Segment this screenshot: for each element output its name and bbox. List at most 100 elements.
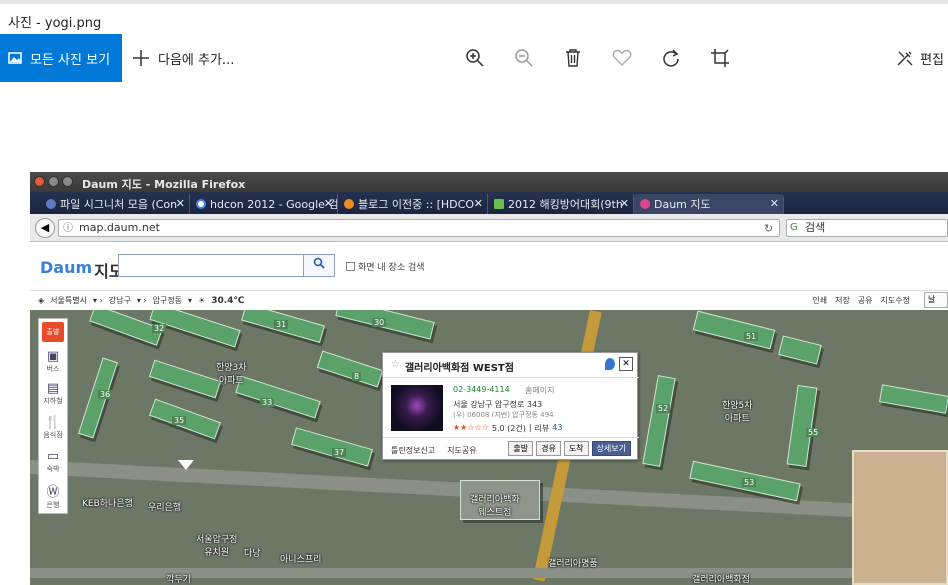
browser-search-bar[interactable]: G 검색 [786,219,948,237]
apartment-building [786,384,818,468]
review-label: 리뷰 [534,424,550,433]
daum-logo[interactable]: Daum 지도 [40,258,124,282]
favorite-heart-icon[interactable] [610,46,634,70]
lodging-category[interactable]: ▭ 숙박 [41,449,65,477]
browser-tab[interactable]: 파일 시그니처 모음 (Con ✕ [40,194,190,214]
bank-category[interactable]: Ⓦ 은행 [41,481,65,509]
tab-label: Daum 지도 [654,198,711,211]
satellite-map[interactable]: 32 31 30 8 33 35 36 37 51 52 53 55 한양3차 … [30,310,948,585]
firefox-titlebar: Daum 지도 - Mozilla Firefox [30,172,948,192]
place-address: 서울 강남구 압구정로 343 [453,400,543,409]
print-link[interactable]: 인쇄 [812,295,827,306]
browser-tab[interactable]: hdcon 2012 - Google 검 ✕ [190,194,338,214]
save-link[interactable]: 저장 [835,295,850,306]
building-number: 53 [742,478,757,487]
browser-tab[interactable]: 2012 해킹방어대회(9th ✕ [488,194,634,214]
info-icon[interactable]: ⓘ [63,221,73,237]
crop-icon[interactable] [708,46,732,70]
route-start-button[interactable]: 출발 [508,441,534,456]
edit-map-link[interactable]: 지도수정 [881,295,910,306]
crumb-city[interactable]: 서울특별시 [50,295,87,306]
subway-category[interactable]: ▤ 지하철 [41,381,65,409]
close-tab-icon[interactable]: ✕ [620,197,629,210]
rotate-icon[interactable] [659,46,683,70]
map-label-galleria-luxury: 갤러리아명품 [548,559,598,569]
school-field [852,450,948,585]
plus-icon [133,50,149,66]
apartment-building [642,375,676,467]
bus-category[interactable]: ▣ 버스 [41,349,65,377]
url-text: map.daum.net [79,221,160,234]
apartment-building [778,335,822,365]
share-map-link[interactable]: 지도공유 [447,445,476,456]
review-count[interactable]: 43 [552,423,562,434]
photo-canvas: Daum 지도 - Mozilla Firefox 파일 시그니처 모음 (Co… [30,172,948,585]
delete-icon[interactable] [561,46,585,70]
detail-view-button[interactable]: 상세보기 [591,441,631,456]
zoom-in-icon[interactable] [463,46,487,70]
map-label-hanyang3: 한양3차 아파트 [216,363,247,386]
lang-button[interactable]: 날 [924,292,948,308]
building-number: 52 [656,404,671,413]
close-tab-icon[interactable]: ✕ [474,197,483,210]
apartment-building [692,310,776,350]
browser-tab[interactable]: 블로그 이전중 :: [HDCO ✕ [338,194,488,214]
favorite-star-icon[interactable]: ☆ [391,359,400,374]
back-arrow-icon[interactable]: ◀ [35,218,55,238]
subway-icon: ▤ [46,381,60,396]
url-bar[interactable]: ⓘ map.daum.net [58,219,780,237]
popup-footer: 틀린정보신고 지도공유 [391,445,477,456]
subway-label: 지하철 [43,397,63,405]
share-link[interactable]: 공유 [858,295,873,306]
daum-favicon-icon [640,199,650,209]
map-label-kindergarten: 서울압구정 유치원 [196,535,238,558]
search-icon [313,257,325,269]
route-via-button[interactable]: 경유 [536,441,561,456]
place-thumbnail[interactable] [391,385,443,431]
minimize-window-icon[interactable] [48,176,59,187]
close-window-icon[interactable] [34,176,45,187]
checkbox-box[interactable] [346,262,355,271]
search-placeholder: 검색 [805,221,826,234]
building-number: 33 [260,398,275,407]
reload-icon[interactable]: ↻ [764,222,773,235]
add-to-label: 다음에 추가... [158,52,235,68]
fork-knife-icon: 🍴 [44,415,62,430]
crumb-dong[interactable]: 압구정동 [153,295,182,306]
region-breadcrumb: ◈ 서울특별시 ▾ › 강남구 ▾ › 압구정동 ▾ ☀ 30.4℃ [30,290,948,310]
all-photos-button[interactable]: 모든 사진 보기 [0,34,122,82]
browser-tab-active[interactable]: Daum 지도 ✕ [634,194,784,214]
report-link[interactable]: 틀린정보신고 [391,445,435,456]
map-label-aniseupeuri: 아니스프리 [280,555,322,565]
edit-tools-icon [897,51,913,66]
map-category-panel: 출발 ▣ 버스 ▤ 지하철 🍴 음식점 ▭ 숙박 Ⓦ 은행 [38,318,68,514]
edit-button[interactable]: 편집 [896,34,944,82]
add-to-button[interactable]: 다음에 추가... [132,34,234,82]
map-search-button[interactable] [303,254,335,277]
place-name[interactable]: 갤러리아백화점 WEST점 [405,359,514,374]
map-search-input[interactable] [118,254,304,277]
close-tab-icon[interactable]: ✕ [176,197,185,210]
search-in-view-checkbox[interactable]: 화면 내 장소 검색 [346,260,425,273]
place-phone: 02-3449-4114 [453,385,510,394]
tab-label: 블로그 이전중 :: [HDCO [358,198,474,211]
crumb-district[interactable]: 강남구 [109,295,131,306]
close-tab-icon[interactable]: ✕ [770,197,779,210]
all-photos-label: 모든 사진 보기 [30,52,111,68]
zoom-out-icon[interactable] [512,46,536,70]
close-tab-icon[interactable]: ✕ [324,197,333,210]
building-number: 32 [152,324,167,333]
homepage-link[interactable]: 홈페이지 [525,385,554,396]
maximize-window-icon[interactable] [62,176,73,187]
restaurant-category[interactable]: 🍴 음식점 [41,415,65,443]
bus-icon: ▣ [46,349,60,364]
pin-icon[interactable] [605,358,615,370]
window-title: 사진 - yogi.png [8,16,102,31]
popup-title: ☆ 갤러리아백화점 WEST점 [391,359,514,374]
start-button[interactable]: 출발 [42,322,64,342]
place-rating: ★★☆☆☆ 5.0 (2건) | 리뷰 43 [453,423,563,434]
weather-icon: ☀ [198,296,206,305]
close-icon[interactable]: ✕ [619,357,633,371]
photo-icon [8,52,22,64]
route-arrive-button[interactable]: 도착 [563,441,589,456]
